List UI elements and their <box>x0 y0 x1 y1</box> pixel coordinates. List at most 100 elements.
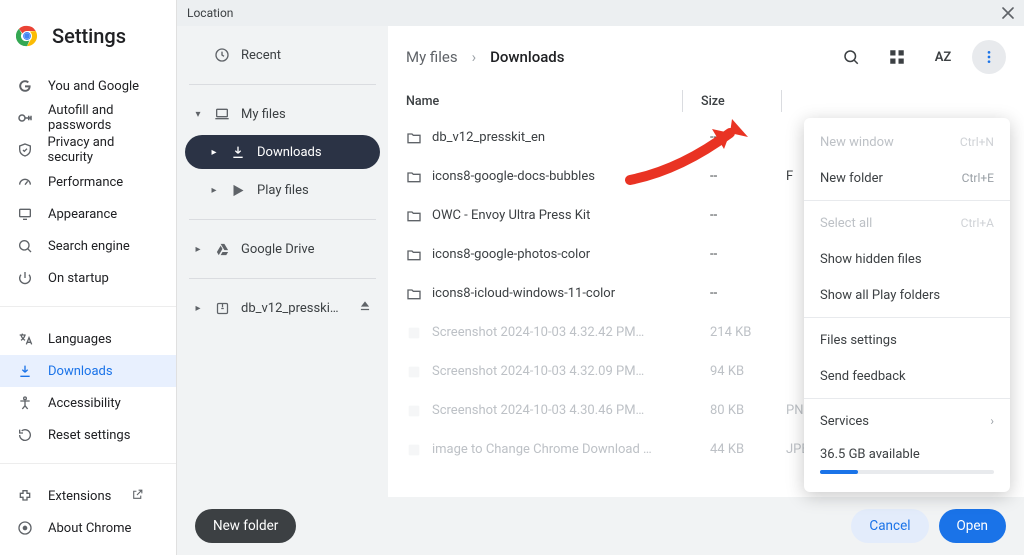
dialog-title: Location <box>187 6 233 20</box>
file-name: db_v12_presskit_en <box>432 130 696 145</box>
open-button[interactable]: Open <box>939 509 1006 543</box>
nav-label: Appearance <box>48 207 117 222</box>
image-icon <box>406 442 432 458</box>
cancel-button[interactable]: Cancel <box>851 509 928 543</box>
col-size[interactable]: Size <box>687 94 777 109</box>
file-name: OWC - Envoy Ultra Press Kit <box>432 208 696 223</box>
tree-recent[interactable]: Recent <box>185 38 380 72</box>
file-size: -- <box>696 208 786 223</box>
tree-label: Downloads <box>257 145 322 160</box>
file-tree: Recent ▾ My files ▸ Downloads ▸ <box>177 26 388 497</box>
search-button[interactable] <box>834 40 868 74</box>
menu-files-settings[interactable]: Files settings <box>804 322 1010 358</box>
reset-icon <box>16 427 34 443</box>
menu-label: Services <box>820 414 869 429</box>
lang-icon <box>16 331 34 347</box>
privacy-icon <box>16 142 34 158</box>
nav-about-chrome[interactable]: About Chrome <box>0 512 176 544</box>
chevron-right-icon: › <box>472 48 477 66</box>
nav-languages[interactable]: Languages <box>0 323 176 355</box>
nav-reset-settings[interactable]: Reset settings <box>0 419 176 451</box>
settings-brand: Settings <box>0 24 176 66</box>
sort-button[interactable]: AZ <box>926 40 960 74</box>
file-name: icons8-google-docs-bubbles <box>432 169 696 184</box>
menu-shortcut: Ctrl+A <box>961 216 994 230</box>
menu-new-window: New window Ctrl+N <box>804 124 1010 160</box>
chrome-logo-icon <box>16 25 38 47</box>
menu-select-all: Select all Ctrl+A <box>804 205 1010 241</box>
nav-label: Search engine <box>48 239 130 254</box>
file-size: 44 KB <box>696 442 786 457</box>
chevron-right-icon: ▸ <box>209 147 219 158</box>
archive-icon <box>213 301 231 316</box>
settings-title: Settings <box>52 24 126 48</box>
nav-label: Privacy and security <box>48 135 160 165</box>
new-folder-button[interactable]: New folder <box>195 509 296 543</box>
tree-myfiles[interactable]: ▾ My files <box>185 97 380 131</box>
nav-extensions[interactable]: Extensions <box>0 480 176 512</box>
clock-icon <box>213 47 231 63</box>
file-size: -- <box>696 286 786 301</box>
menu-label: Files settings <box>820 333 897 348</box>
nav-you-and-google[interactable]: You and Google <box>0 70 176 102</box>
ext-icon <box>16 488 34 504</box>
image-icon <box>406 403 432 419</box>
menu-send-feedback[interactable]: Send feedback <box>804 358 1010 394</box>
nav-accessibility[interactable]: Accessibility <box>0 387 176 419</box>
close-icon[interactable] <box>1000 5 1016 21</box>
folder-icon <box>406 208 432 224</box>
nav-appearance[interactable]: Appearance <box>0 198 176 230</box>
download-icon <box>229 144 247 160</box>
tree-gdrive[interactable]: ▸ Google Drive <box>185 232 380 266</box>
more-options-button[interactable] <box>972 40 1006 74</box>
file-size: -- <box>696 247 786 262</box>
nav-label: Languages <box>48 332 112 347</box>
nav-search-engine[interactable]: Search engine <box>0 230 176 262</box>
nav-label: About Chrome <box>48 521 131 536</box>
breadcrumb-root[interactable]: My files <box>406 48 458 66</box>
chevron-down-icon: ▾ <box>193 109 203 120</box>
search-icon <box>16 238 34 254</box>
nav-on-startup[interactable]: On startup <box>0 262 176 294</box>
settings-sidebar: Settings You and Google Autofill and pass… <box>0 0 177 555</box>
tree-label: My files <box>241 107 286 122</box>
grid-view-button[interactable] <box>880 40 914 74</box>
menu-show-play[interactable]: Show all Play folders <box>804 277 1010 313</box>
nav-performance[interactable]: Performance <box>0 166 176 198</box>
eject-icon[interactable] <box>358 299 372 317</box>
file-name: image to Change Chrome Download … <box>432 442 696 457</box>
tree-mounted-archive[interactable]: ▸ db_v12_presski… <box>185 291 380 325</box>
col-name[interactable]: Name <box>406 94 678 109</box>
chevron-right-icon: ▸ <box>193 303 203 314</box>
nav-privacy-and-security[interactable]: Privacy and security <box>0 134 176 166</box>
chevron-right-icon: › <box>990 414 994 428</box>
tree-playfiles[interactable]: ▸ Play files <box>185 173 380 207</box>
nav-label: On startup <box>48 271 109 286</box>
menu-label: New window <box>820 135 894 150</box>
G-icon <box>16 78 34 94</box>
menu-services[interactable]: Services › <box>804 403 1010 439</box>
image-icon <box>406 325 432 341</box>
play-icon <box>229 183 247 198</box>
menu-shortcut: Ctrl+N <box>960 135 994 149</box>
menu-label: New folder <box>820 171 883 186</box>
menu-label: Send feedback <box>820 369 906 384</box>
nav-label: Accessibility <box>48 396 121 411</box>
folder-icon <box>406 286 432 302</box>
folder-icon <box>406 130 432 146</box>
menu-label: Show hidden files <box>820 252 922 267</box>
tree-downloads[interactable]: ▸ Downloads <box>185 135 380 169</box>
drive-icon <box>213 242 231 257</box>
menu-show-hidden[interactable]: Show hidden files <box>804 241 1010 277</box>
nav-label: You and Google <box>48 79 139 94</box>
tree-label: Google Drive <box>241 242 314 257</box>
file-name: icons8-google-photos-color <box>432 247 696 262</box>
column-headers: Name Size <box>388 84 1024 118</box>
nav-downloads[interactable]: Downloads <box>0 355 176 387</box>
tree-label: Recent <box>241 48 281 63</box>
external-link-icon <box>131 488 144 505</box>
nav-autofill-and-passwords[interactable]: Autofill and passwords <box>0 102 176 134</box>
startup-icon <box>16 270 34 286</box>
menu-new-folder[interactable]: New folder Ctrl+E <box>804 160 1010 196</box>
dialog-titlebar: Location <box>177 0 1024 26</box>
